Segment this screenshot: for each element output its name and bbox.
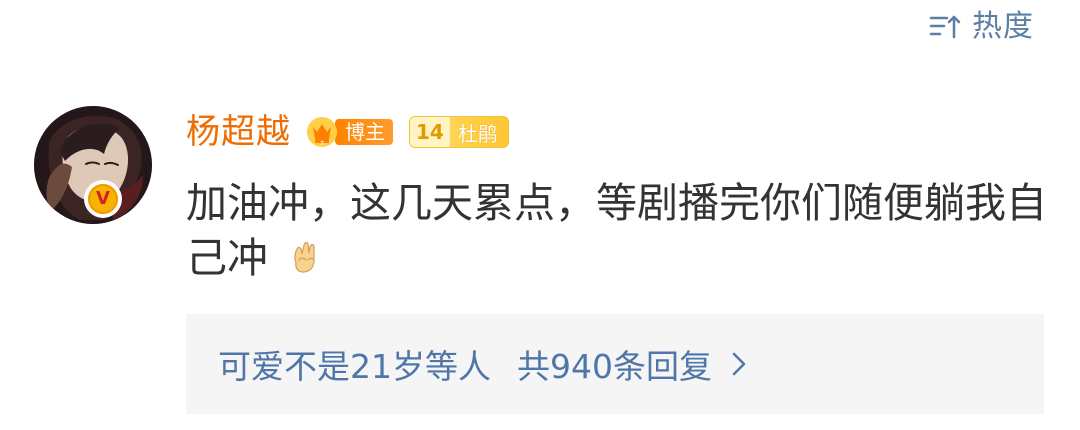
rock-hand-emoji (285, 235, 323, 273)
comment-user-row: 杨超越 7 博主 14 杜鹃 (186, 108, 525, 156)
svg-text:7: 7 (320, 140, 324, 148)
sort-label: 热度 (972, 9, 1034, 44)
crown-icon: 7 (305, 115, 339, 149)
verified-badge-letter: V (88, 184, 118, 214)
fan-level: 14 (410, 117, 450, 147)
username[interactable]: 杨超越 (186, 108, 291, 156)
sort-icon (928, 13, 962, 41)
reply-users: 可爱不是21岁等人 (218, 347, 491, 386)
blogger-badge-label: 博主 (335, 119, 393, 145)
comment-body: 加油冲，这几天累点，等剧播完你们随便躺我自己冲 (186, 176, 1048, 286)
reply-count: 共940条回复 (517, 347, 712, 386)
replies-preview[interactable]: 可爱不是21岁等人 共940条回复 (186, 314, 1044, 414)
verified-badge: V (84, 180, 122, 218)
fan-name: 杜鹃 (457, 121, 498, 146)
sort-by-heat-button[interactable]: 热度 (928, 4, 1034, 50)
fan-badge[interactable]: 14 杜鹃 (409, 116, 509, 148)
chevron-right-icon (730, 349, 748, 379)
replies-content: 可爱不是21岁等人 共940条回复 (218, 340, 748, 388)
blogger-badge[interactable]: 7 博主 (305, 115, 393, 149)
